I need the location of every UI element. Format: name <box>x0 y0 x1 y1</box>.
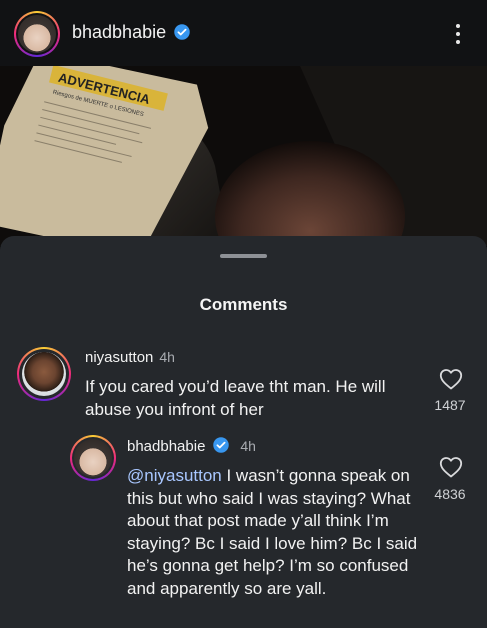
photo-content: ADVERTENCIA Riesgos de MUERTE o LESIONES <box>0 66 487 246</box>
reply-username[interactable]: bhadbhabie <box>127 438 205 455</box>
drag-handle[interactable] <box>220 254 267 258</box>
reply-meta: bhadbhabie 4h <box>127 437 256 456</box>
story-ring[interactable] <box>14 11 60 57</box>
sheet-title: Comments <box>199 295 288 314</box>
post-photo[interactable]: ADVERTENCIA Riesgos de MUERTE o LESIONES <box>0 66 487 246</box>
avatar <box>18 15 56 53</box>
verified-badge-icon <box>213 437 229 454</box>
verified-badge-icon <box>174 24 190 40</box>
avatar <box>22 352 66 396</box>
reply-text: @niyasutton I wasn’t gonna speak on this… <box>127 465 419 600</box>
post-header: bhadbhabie <box>0 0 487 66</box>
comment-text: If you cared you’d leave tht man. He wil… <box>85 377 386 419</box>
comments-sheet: Comments niyasutton 4h If you cared you’d… <box>0 236 487 628</box>
heart-icon[interactable] <box>439 456 463 478</box>
mention-link[interactable]: @niyasutton <box>127 466 222 485</box>
reply-body: I wasn’t gonna speak on this but who sai… <box>127 466 418 598</box>
heart-icon[interactable] <box>439 368 463 390</box>
like-count: 4836 <box>434 486 466 502</box>
comment-time: 4h <box>159 349 175 365</box>
comment-avatar-ring[interactable] <box>17 347 71 401</box>
like-count: 1487 <box>434 397 466 413</box>
comment-username[interactable]: niyasutton <box>85 349 153 366</box>
reply-avatar-ring[interactable] <box>70 435 116 481</box>
more-vertical-icon[interactable] <box>452 22 464 46</box>
post-username-text: bhadbhabie <box>72 22 167 42</box>
reply-time: 4h <box>240 438 256 454</box>
comment-meta: niyasutton 4h <box>85 349 175 367</box>
post-username[interactable]: bhadbhabie <box>72 22 191 43</box>
avatar <box>74 439 112 477</box>
